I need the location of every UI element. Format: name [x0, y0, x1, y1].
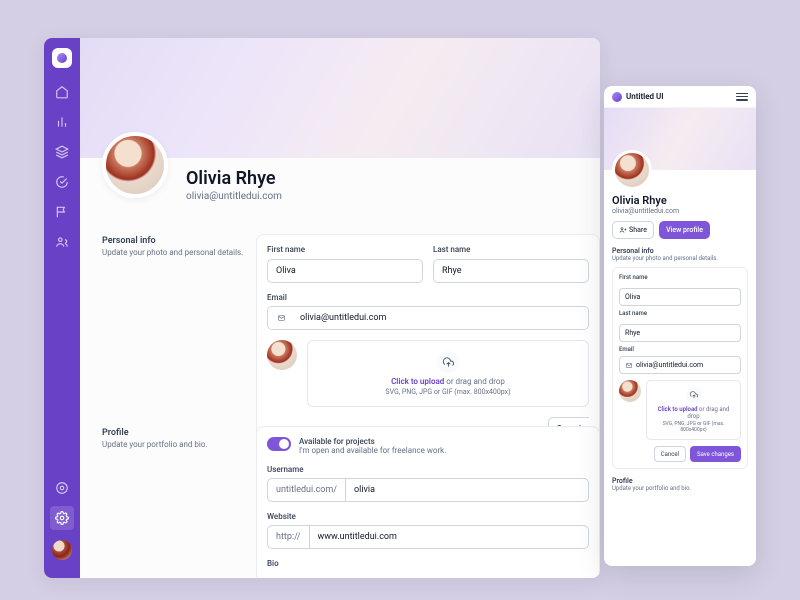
mobile-section-profile-title: Profile	[612, 477, 748, 485]
mobile-logo[interactable]: Untitled UI	[612, 92, 664, 102]
share-button[interactable]: Share	[612, 221, 654, 239]
mobile-avatar-thumb	[619, 380, 641, 402]
mobile-last-name-input[interactable]	[619, 324, 741, 342]
tasks-icon[interactable]	[54, 174, 70, 190]
upload-cloud-icon	[686, 387, 702, 403]
mail-icon	[625, 362, 633, 369]
label-username: Username	[267, 465, 589, 474]
mobile-label-email: Email	[619, 346, 741, 353]
mobile-cover	[604, 108, 756, 170]
mobile-label-last-name: Last name	[619, 310, 741, 317]
home-icon[interactable]	[54, 84, 70, 100]
analytics-icon[interactable]	[54, 114, 70, 130]
mobile-save-button[interactable]: Save changes	[690, 446, 741, 462]
upload-hint: SVG, PNG, JPG or GIF (max. 800x400px)	[318, 388, 578, 396]
mobile-profile-name: Olivia Rhye	[612, 194, 748, 207]
sidebar	[44, 38, 80, 578]
settings-icon[interactable]	[50, 506, 74, 530]
upload-link[interactable]: Click to upload	[391, 377, 444, 386]
label-email: Email	[267, 293, 589, 302]
support-icon[interactable]	[54, 480, 70, 496]
upload-cloud-icon	[437, 351, 459, 373]
flag-icon[interactable]	[54, 204, 70, 220]
upload-dropzone[interactable]: Click to upload or drag and drop SVG, PN…	[307, 340, 589, 407]
mobile-window: Untitled UI Olivia Rhye olivia@untitledu…	[604, 86, 756, 566]
logo-icon	[612, 92, 622, 102]
mobile-upload-dropzone[interactable]: Click to upload or drag and drop SVG, PN…	[646, 380, 741, 440]
profile-email: olivia@untitledui.com	[186, 191, 282, 202]
label-website: Website	[267, 512, 589, 521]
users-icon[interactable]	[54, 234, 70, 250]
label-bio: Bio	[267, 559, 589, 568]
mobile-avatar[interactable]	[612, 150, 652, 190]
avatar-thumbnail	[267, 340, 297, 370]
view-profile-button[interactable]: View profile	[659, 221, 710, 239]
mobile-section-personal-title: Personal info	[612, 247, 748, 255]
label-first-name: First name	[267, 245, 423, 254]
mobile-section-profile-desc: Update your portfolio and bio.	[612, 485, 748, 492]
toggle-title: Available for projects	[299, 437, 446, 446]
toggle-desc: I'm open and available for freelance wor…	[299, 446, 446, 455]
last-name-input[interactable]	[433, 259, 589, 283]
profile-avatar[interactable]	[102, 132, 168, 198]
sidebar-avatar[interactable]	[52, 540, 72, 560]
profile-name: Olivia Rhye	[186, 168, 282, 189]
first-name-input[interactable]	[267, 259, 423, 283]
app-logo-icon[interactable]	[52, 48, 72, 68]
mobile-section-personal-desc: Update your photo and personal details.	[612, 255, 748, 262]
username-input[interactable]: untitledui.com/	[267, 478, 589, 502]
mobile-profile-email: olivia@untitledui.com	[612, 207, 748, 215]
mail-icon	[276, 314, 287, 322]
mobile-cancel-button[interactable]: Cancel	[654, 446, 686, 462]
mobile-first-name-input[interactable]	[619, 288, 741, 306]
label-last-name: Last name	[433, 245, 589, 254]
desktop-window: Olivia Rhye olivia@untitledui.com Person…	[44, 38, 600, 578]
cover-image	[80, 38, 600, 158]
share-icon	[619, 226, 627, 234]
available-toggle[interactable]	[267, 437, 291, 451]
layers-icon[interactable]	[54, 144, 70, 160]
hamburger-icon[interactable]	[736, 93, 748, 101]
email-input[interactable]	[267, 306, 589, 330]
website-input[interactable]: http://	[267, 525, 589, 549]
mobile-email-input[interactable]: olivia@untitledui.com	[619, 356, 741, 374]
mobile-label-first-name: First name	[619, 274, 741, 281]
